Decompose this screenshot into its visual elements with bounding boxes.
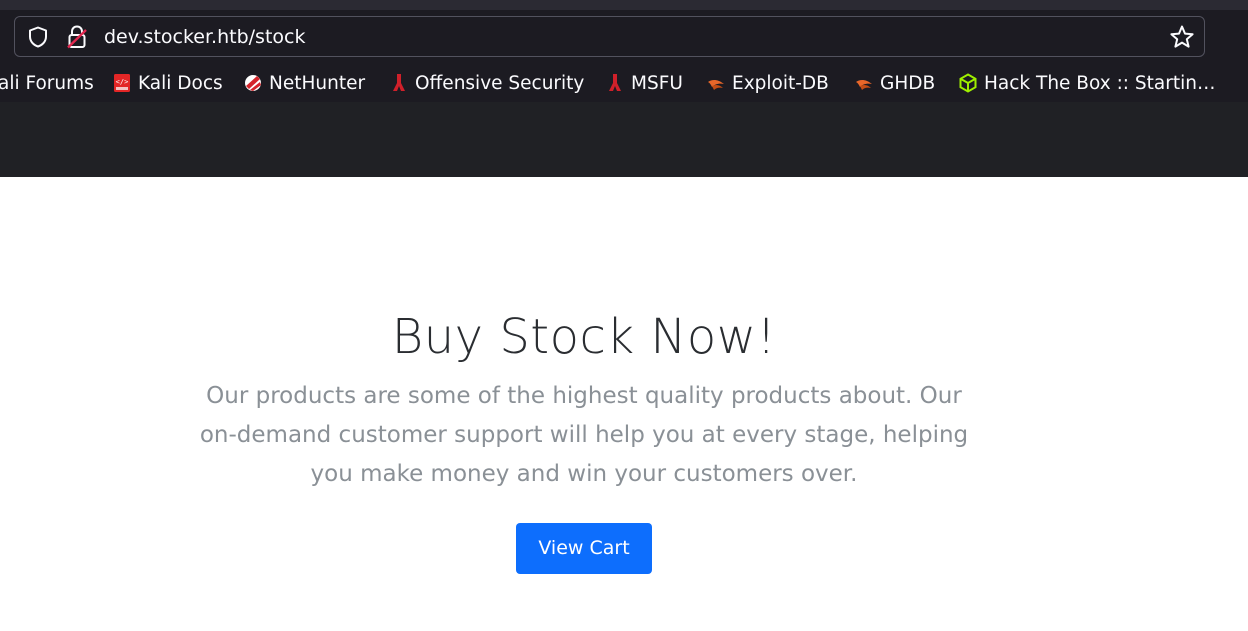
bookmark-label: MSFU [631, 72, 683, 94]
bookmark-label: Offensive Security [415, 72, 585, 94]
bookmark-ghdb[interactable]: GHDB [854, 71, 935, 95]
view-cart-button[interactable]: View Cart [516, 523, 652, 574]
bookmark-label: GHDB [880, 72, 936, 94]
ghdb-icon [856, 79, 872, 90]
bookmark-exploit-db[interactable]: Exploit-DB [706, 71, 829, 95]
offensive-security-icon [393, 74, 405, 91]
bookmark-kali-forums[interactable]: ali Forums [0, 71, 94, 95]
tab-strip-edge [0, 0, 1248, 10]
bookmarks-toolbar: ali Forums </> Kali Docs NetHunter Offen… [0, 64, 1248, 102]
insecure-lock-icon[interactable] [66, 24, 88, 50]
nethunter-icon [245, 75, 261, 91]
svg-text:</>: </> [116, 78, 129, 86]
hero-title: Buy Stock Now! [391, 309, 777, 365]
kali-docs-icon: </> [114, 74, 130, 92]
page-content: Buy Stock Now! Our products are some of … [0, 177, 1248, 631]
bookmark-msfu[interactable]: MSFU [605, 71, 683, 95]
bookmark-label: Exploit-DB [732, 72, 829, 94]
msfu-icon [609, 74, 621, 91]
bookmark-kali-docs[interactable]: </> Kali Docs [112, 71, 223, 95]
bookmark-star-icon[interactable] [1169, 24, 1195, 50]
bookmark-label: ali Forums [0, 72, 94, 94]
bookmark-label: NetHunter [269, 72, 366, 94]
bookmark-offensive-security[interactable]: Offensive Security [389, 71, 584, 95]
bookmark-hack-the-box[interactable]: Hack The Box :: Startin… [958, 71, 1215, 95]
bookmark-label: Hack The Box :: Startin… [984, 72, 1216, 94]
page-header-bar [0, 102, 1248, 177]
url-text[interactable]: dev.stocker.htb/stock [104, 25, 305, 49]
hero-description: Our products are some of the highest qua… [199, 383, 969, 487]
shield-icon[interactable] [26, 25, 50, 49]
browser-chrome: dev.stocker.htb/stock ali Forums </> Kal… [0, 0, 1248, 177]
bookmark-nethunter[interactable]: NetHunter [243, 71, 365, 95]
exploit-db-icon [708, 79, 724, 90]
bookmark-label: Kali Docs [138, 72, 223, 94]
hack-the-box-icon [959, 73, 977, 93]
